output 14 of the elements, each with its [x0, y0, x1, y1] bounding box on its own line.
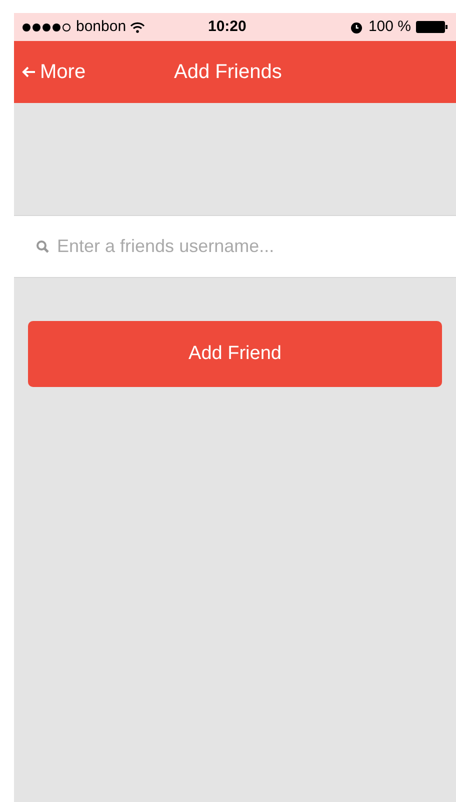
- back-arrow-icon: [22, 66, 36, 78]
- alarm-clock-icon: [350, 20, 364, 34]
- search-bar[interactable]: Enter a friends username...: [14, 215, 456, 278]
- wifi-icon: [130, 22, 146, 32]
- add-friend-button[interactable]: Add Friend: [28, 321, 442, 387]
- clock-time: 10:20: [208, 16, 246, 37]
- back-button[interactable]: More: [22, 57, 174, 87]
- battery-percent: 100 %: [368, 16, 411, 37]
- battery-icon: [416, 21, 448, 33]
- signal-icon: [22, 22, 72, 32]
- search-icon: [36, 240, 49, 253]
- screen-title: Add Friends: [174, 60, 282, 85]
- search-field[interactable]: Enter a friends username...: [57, 233, 456, 260]
- carrier-name: bonbon: [76, 16, 126, 37]
